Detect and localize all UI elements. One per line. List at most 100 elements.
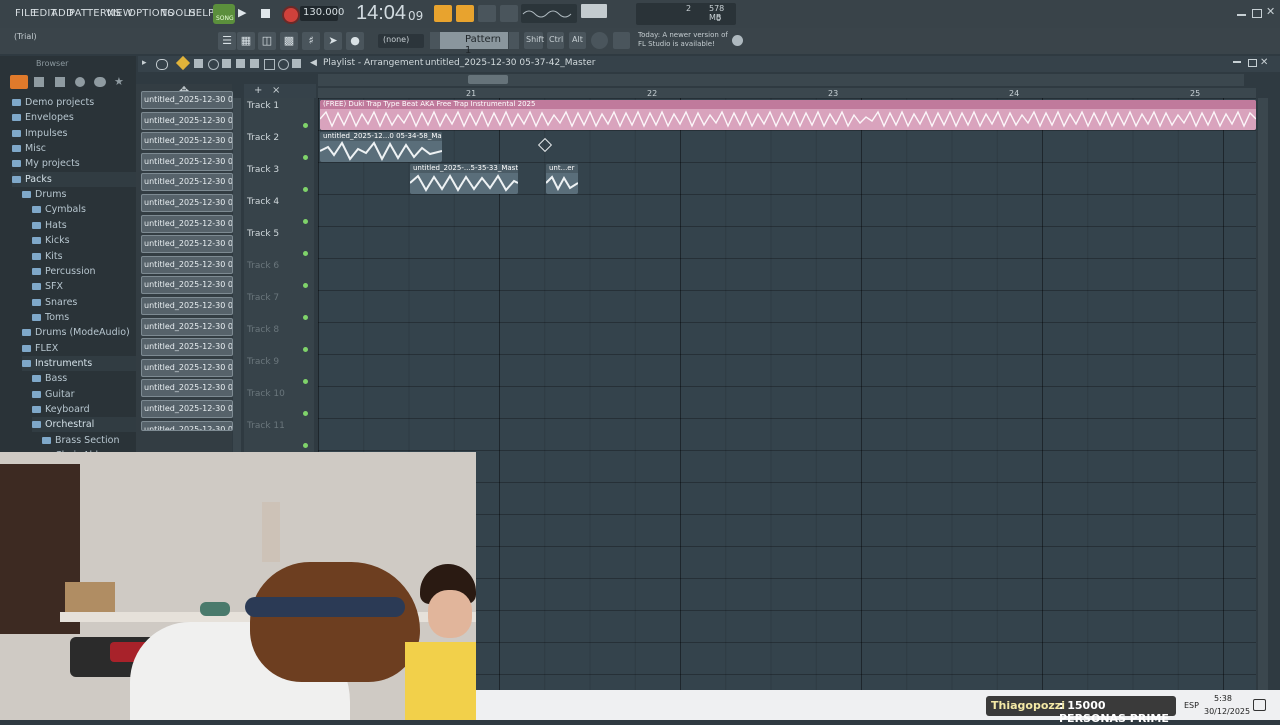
audio-clip-beat[interactable]: (FREE) Duki Trap Type Beat AKA Free Trap… — [320, 100, 1256, 130]
taskbar-clock[interactable]: 5:38 — [1214, 694, 1232, 703]
add-track-icon[interactable]: + — [254, 85, 262, 96]
playlist-minimize-icon[interactable] — [1233, 61, 1241, 63]
pattern-item[interactable]: untitled_2025-12-30 05- — [141, 255, 233, 274]
news-icon[interactable] — [613, 32, 630, 49]
sync-icon[interactable] — [591, 32, 608, 49]
track-enable-led[interactable] — [303, 411, 308, 416]
close-icon[interactable]: ✕ — [1266, 5, 1275, 18]
browser-item[interactable]: Snares — [32, 295, 77, 310]
magnet-icon[interactable] — [156, 59, 168, 70]
playlist-maximize-icon[interactable] — [1248, 59, 1257, 67]
alt-button[interactable]: Alt — [569, 32, 586, 49]
microphone-icon[interactable]: ● — [346, 32, 364, 50]
pattern-item[interactable]: untitled_2025-12-30 05- — [141, 194, 233, 212]
stop-icon[interactable] — [261, 9, 270, 18]
browser-projects-icon[interactable] — [75, 77, 85, 87]
ctrl-button[interactable]: Ctrl — [547, 32, 564, 49]
browser-plugins-icon[interactable] — [55, 77, 65, 87]
track-name[interactable]: Track 11 — [247, 421, 285, 431]
pattern-item[interactable]: untitled_2025-12-30 05- — [141, 152, 233, 171]
pattern-item[interactable]: untitled_2025-12-30 05- — [141, 132, 233, 151]
track-name[interactable]: Track 6 — [247, 261, 279, 271]
browser-item[interactable]: Brass Section — [42, 433, 119, 448]
browser-item[interactable]: FLEX — [22, 341, 58, 356]
mixer-icon[interactable]: ♯ — [302, 32, 320, 50]
browser-item[interactable]: Hats — [32, 218, 67, 233]
taskbar-date[interactable]: 30/12/2025 — [1204, 707, 1250, 716]
track-enable-led[interactable] — [303, 187, 308, 192]
maximize-icon[interactable] — [1252, 9, 1262, 18]
zoom-icon[interactable] — [278, 59, 289, 70]
pattern-add-button[interactable] — [509, 32, 519, 49]
track-enable-led[interactable] — [303, 347, 308, 352]
close-track-icon[interactable]: × — [272, 85, 280, 96]
pattern-item[interactable]: untitled_2025-12-30 05- — [141, 379, 233, 398]
track-enable-led[interactable] — [303, 283, 308, 288]
browser-item[interactable]: Demo projects — [12, 95, 94, 110]
master-volume-icon[interactable] — [581, 4, 607, 18]
track-enable-led[interactable] — [303, 443, 308, 448]
pattern-scrollbar[interactable] — [233, 98, 241, 452]
mute-icon[interactable] — [222, 59, 231, 68]
record-icon[interactable] — [282, 6, 300, 24]
track-name[interactable]: Track 1 — [247, 101, 279, 111]
scroll-thumb[interactable] — [468, 75, 508, 84]
countdown-icon[interactable] — [456, 5, 474, 22]
arrow-left-icon[interactable]: ◀ — [310, 58, 317, 68]
pattern-item[interactable]: untitled_2025-12-30 05- — [141, 317, 233, 336]
audio-clip-track3b[interactable]: unt...er — [546, 164, 578, 194]
browser-all-icon[interactable] — [10, 75, 28, 89]
track-enable-led[interactable] — [303, 219, 308, 224]
browser-item[interactable]: Drums (ModeAudio) — [22, 325, 130, 340]
browser-item[interactable]: Orchestral — [32, 417, 136, 433]
browser-item[interactable]: Percussion — [32, 264, 96, 279]
audio-clip-track3a[interactable]: untitled_2025-...5-35-33_Master — [410, 164, 518, 194]
browser-item[interactable]: Misc — [12, 141, 46, 156]
pattern-selector[interactable]: Pattern 1 — [440, 32, 508, 56]
browser-item[interactable]: Kits — [32, 249, 63, 264]
arrow-right-icon[interactable]: ▸ — [142, 58, 147, 68]
snap-selector[interactable]: (none) — [378, 34, 424, 48]
play-icon[interactable]: ▶ — [238, 6, 254, 22]
pattern-item[interactable]: untitled_2025-12-30 05- — [141, 276, 233, 295]
pattern-item[interactable]: untitled_2025-12-30 05- — [141, 297, 233, 315]
speaker-icon[interactable] — [292, 59, 301, 68]
piano-roll-icon[interactable]: ◫ — [258, 32, 276, 50]
track-enable-led[interactable] — [303, 379, 308, 384]
language-indicator[interactable]: ESP — [1184, 701, 1199, 710]
delete-icon[interactable] — [208, 59, 219, 70]
browser-item[interactable]: Bass — [32, 371, 67, 386]
track-enable-led[interactable] — [303, 315, 308, 320]
browser-item[interactable]: Envelopes — [12, 110, 74, 125]
audio-clip-track2[interactable]: untitled_2025-12...0 05-34-58_Master — [320, 132, 442, 162]
browser-item[interactable]: Toms — [32, 310, 69, 325]
browser-item[interactable]: Packs — [12, 171, 136, 187]
pattern-item[interactable]: untitled_2025-12-30 05- — [141, 400, 233, 418]
browser-item[interactable]: Keyboard — [32, 402, 90, 417]
browser-files-icon[interactable] — [34, 77, 44, 87]
cloud-icon[interactable] — [94, 77, 106, 87]
browser-toggle-icon[interactable]: ☰ — [218, 32, 236, 50]
pencil-icon[interactable] — [175, 55, 191, 71]
loop-record-icon[interactable] — [478, 5, 496, 22]
arrow-right-icon[interactable]: ➤ — [324, 32, 342, 50]
track-enable-led[interactable] — [303, 123, 308, 128]
track-name[interactable]: Track 9 — [247, 357, 279, 367]
browser-item[interactable]: Guitar — [32, 387, 74, 402]
star-icon[interactable]: ★ — [114, 75, 124, 88]
pattern-item[interactable]: untitled_2025-12-30 05- — [141, 235, 233, 254]
tempo-display[interactable]: 130.000 — [300, 6, 344, 21]
step-edit-icon[interactable] — [500, 5, 518, 22]
metronome-icon[interactable] — [434, 5, 452, 22]
playlist-close-icon[interactable]: ✕ — [1260, 57, 1268, 68]
track-name[interactable]: Track 2 — [247, 133, 279, 143]
brush-icon[interactable] — [194, 59, 203, 68]
browser-item[interactable]: Impulses — [12, 126, 68, 141]
pattern-prev-button[interactable] — [430, 32, 440, 49]
browser-item[interactable]: Instruments — [22, 355, 136, 371]
track-name[interactable]: Track 8 — [247, 325, 279, 335]
pattern-item[interactable]: untitled_2025-12-30 05- — [141, 111, 233, 130]
playlist-icon[interactable]: ▩ — [280, 32, 298, 50]
track-enable-led[interactable] — [303, 251, 308, 256]
pattern-item[interactable]: untitled_2025-12-30 05- — [141, 420, 233, 431]
